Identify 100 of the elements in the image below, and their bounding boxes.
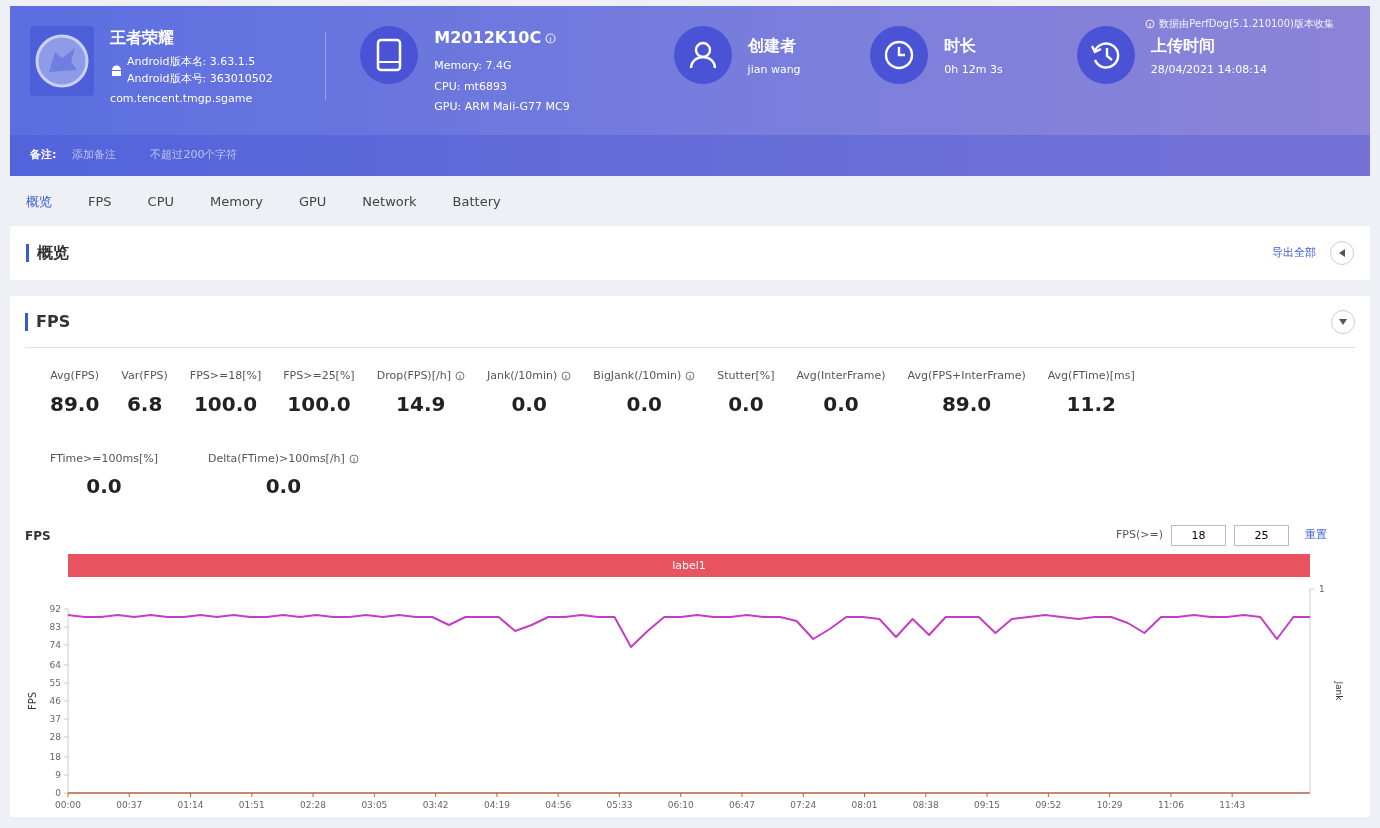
x-tick-label: 08:01 bbox=[851, 800, 878, 810]
chart-title: FPS bbox=[25, 527, 51, 545]
info-icon bbox=[685, 371, 696, 382]
metric-label: FPS>=25[%] bbox=[283, 368, 355, 384]
gpu-info: GPU: ARM Mali-G77 MC9 bbox=[434, 99, 571, 115]
x-tick-label: 03:42 bbox=[422, 800, 449, 810]
section-title: 概览 bbox=[26, 244, 69, 262]
tab[interactable]: Battery bbox=[452, 190, 501, 214]
stat-label: 时长 bbox=[944, 35, 978, 57]
collapse-toggle[interactable] bbox=[1331, 309, 1355, 334]
metric-label: Avg(InterFrame) bbox=[796, 368, 886, 384]
history-icon bbox=[1090, 40, 1121, 70]
x-tick-label: 07:24 bbox=[790, 800, 817, 810]
metric-value: 100.0 bbox=[193, 390, 258, 418]
y-tick-label: 83 bbox=[49, 622, 61, 632]
threshold-field[interactable]: 18 bbox=[1171, 525, 1226, 546]
cpu-info: CPU: mt6893 bbox=[434, 78, 508, 95]
x-tick-label: 04:56 bbox=[545, 800, 572, 810]
metric-value: 89.0 bbox=[941, 390, 992, 418]
metric-label: Drop(FPS)[/h] bbox=[376, 368, 451, 384]
threshold-field[interactable]: 25 bbox=[1234, 525, 1289, 546]
phone-icon bbox=[376, 38, 403, 72]
y-tick-label: 74 bbox=[49, 640, 61, 650]
right-axis-label: Jank bbox=[1334, 681, 1344, 701]
remark-hint: 不超过200个字符 bbox=[150, 147, 238, 164]
version-name: Android版本名: 3.63.1.5 bbox=[127, 54, 257, 70]
y-tick-label: 0 bbox=[55, 788, 61, 798]
y-tick-label: 92 bbox=[49, 604, 61, 614]
metric-value: 89.0 bbox=[50, 390, 100, 418]
tab[interactable]: 概览 bbox=[26, 190, 52, 214]
label-bar: label1 bbox=[68, 554, 1310, 577]
metric-value: 0.0 bbox=[86, 473, 122, 500]
tab[interactable]: FPS bbox=[88, 190, 112, 214]
collapse-toggle[interactable] bbox=[1330, 241, 1354, 265]
memory-info: Memory: 7.4G bbox=[434, 58, 513, 74]
metric-label: Delta(FTime)>100ms[/h] bbox=[207, 450, 345, 467]
stat-label: 创建者 bbox=[747, 35, 797, 57]
metric-value: 0.0 bbox=[728, 390, 764, 418]
remark-label: 备注: bbox=[30, 147, 57, 164]
x-tick-label: 11:06 bbox=[1157, 800, 1184, 810]
caret-icon bbox=[1339, 317, 1347, 326]
tab[interactable]: GPU bbox=[298, 190, 327, 214]
metric-value: 11.2 bbox=[1066, 390, 1116, 418]
metric-value: 6.8 bbox=[126, 390, 163, 418]
info-icon bbox=[561, 371, 572, 382]
x-tick-label: 06:47 bbox=[729, 800, 755, 810]
metric-label: FPS>=18[%] bbox=[189, 368, 262, 384]
metric-label: Var(FPS) bbox=[121, 368, 168, 384]
metric-value: 0.0 bbox=[823, 390, 859, 418]
version-code: Android版本号: 363010502 bbox=[127, 70, 273, 87]
export-link[interactable]: 导出全部 bbox=[1272, 244, 1316, 262]
x-tick-label: 09:52 bbox=[1035, 800, 1062, 810]
x-tick-label: 03:05 bbox=[361, 800, 388, 810]
y-tick-label: 37 bbox=[49, 714, 61, 724]
metric-label: Avg(FPS+InterFrame) bbox=[907, 368, 1026, 384]
stat-value: 28/04/2021 14:08:14 bbox=[1150, 62, 1268, 78]
x-tick-label: 09:15 bbox=[974, 800, 1001, 810]
metric-value: 100.0 bbox=[287, 390, 351, 418]
stat-value: jian wang bbox=[747, 62, 802, 78]
x-tick-label: 11:43 bbox=[1219, 800, 1246, 810]
tab[interactable]: Memory bbox=[210, 190, 263, 214]
y-tick-label: 46 bbox=[49, 696, 61, 706]
metric-label: Avg(FTime)[ms] bbox=[1047, 368, 1135, 384]
tab[interactable]: CPU bbox=[147, 190, 174, 214]
metric-label: Jank(/10min) bbox=[486, 368, 558, 384]
clock-icon bbox=[884, 40, 915, 70]
metric-label: BigJank(/10min) bbox=[593, 368, 682, 384]
right-tick-label: 1 bbox=[1319, 584, 1325, 594]
device-model: M2012K10C bbox=[434, 27, 542, 49]
y-tick-label: 64 bbox=[49, 660, 61, 670]
section-title: FPS bbox=[25, 312, 71, 331]
y-tick-label: 9 bbox=[55, 770, 61, 780]
x-tick-label: 01:14 bbox=[177, 800, 204, 810]
y-tick-label: 18 bbox=[49, 752, 61, 762]
tab[interactable]: Network bbox=[362, 190, 417, 214]
y-axis-label: FPS bbox=[27, 691, 38, 711]
x-tick-label: 04:19 bbox=[483, 800, 510, 810]
x-tick-label: 05:33 bbox=[606, 800, 633, 810]
x-tick-label: 08:38 bbox=[912, 800, 939, 810]
x-tick-label: 01:51 bbox=[238, 800, 265, 810]
info-icon bbox=[348, 453, 359, 464]
x-tick-label: 06:10 bbox=[667, 800, 694, 810]
package-name: com.tencent.tmgp.sgame bbox=[110, 91, 254, 107]
metric-label: FTime>=100ms[%] bbox=[50, 450, 158, 467]
metric-value: 0.0 bbox=[511, 390, 547, 418]
metric-label: Stutter[%] bbox=[717, 368, 775, 384]
y-tick-label: 55 bbox=[49, 678, 61, 688]
x-tick-label: 00:00 bbox=[55, 800, 81, 810]
metric-value: 0.0 bbox=[626, 390, 662, 418]
metric-label: Avg(FPS) bbox=[50, 368, 100, 384]
user-icon bbox=[687, 40, 718, 70]
remark-field[interactable]: 添加备注 bbox=[72, 147, 135, 164]
info-icon bbox=[1145, 18, 1156, 29]
info-icon bbox=[454, 371, 465, 382]
x-tick-label: 02:28 bbox=[300, 800, 327, 810]
threshold-label: FPS(>=) bbox=[1116, 527, 1163, 544]
collector-note: 数据由PerfDog(5.1.210100)版本收集 bbox=[1159, 17, 1334, 31]
reset-link[interactable]: 重置 bbox=[1305, 527, 1327, 544]
stat-label: 上传时间 bbox=[1150, 35, 1216, 57]
x-tick-label: 10:29 bbox=[1096, 800, 1123, 810]
